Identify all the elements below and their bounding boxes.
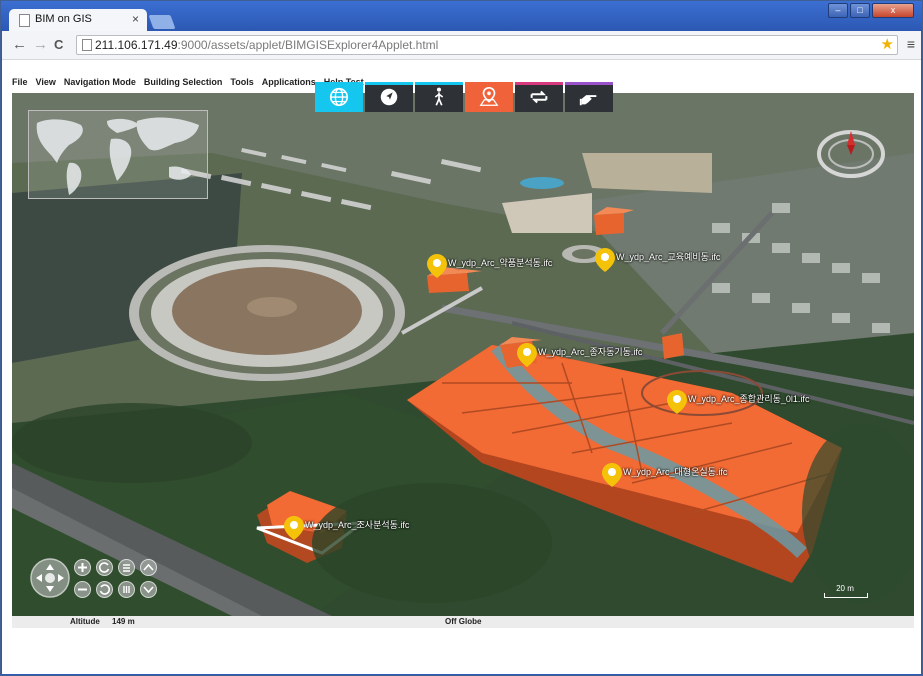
walk-person-icon: [434, 87, 444, 106]
altitude-label: Altitude: [70, 617, 100, 626]
rotate-reverse-icon[interactable]: [96, 581, 113, 598]
building-label[interactable]: W_ydp_Arc_교육예비동.ifc: [616, 250, 720, 263]
navigate-arrow-icon: [380, 88, 398, 106]
window-controls: – □ x: [828, 3, 914, 18]
swap-arrows-icon: [530, 90, 548, 104]
rotate-icon[interactable]: [96, 559, 113, 576]
globe-mode-button[interactable]: [315, 82, 363, 112]
location-pin-icon[interactable]: [284, 516, 304, 540]
reload-button[interactable]: C: [54, 37, 63, 52]
pointer-mode-button[interactable]: [565, 82, 613, 112]
close-window-button[interactable]: x: [872, 3, 914, 18]
zoom-in-icon[interactable]: [74, 559, 91, 576]
back-button[interactable]: ←: [12, 36, 27, 53]
menu-tools[interactable]: Tools: [230, 77, 253, 91]
building-label[interactable]: W_ydp_Arc_대형온실동.ifc: [623, 465, 727, 478]
location-pin-icon[interactable]: [667, 390, 687, 414]
altitude-value: 149 m: [112, 617, 135, 626]
mode-stripe: [365, 82, 413, 85]
location-pin-icon[interactable]: [517, 343, 537, 367]
page-icon: [82, 39, 92, 51]
walk-up-icon[interactable]: [140, 559, 157, 576]
pin-mode-button[interactable]: [465, 82, 513, 112]
navigate-mode-button[interactable]: [365, 82, 413, 112]
compass-icon[interactable]: [816, 129, 886, 179]
mode-stripe: [565, 82, 613, 85]
tab-title: BIM on GIS: [35, 13, 92, 25]
mode-stripe: [415, 82, 463, 85]
applet-statusbar: Altitude 149 m Off Globe: [12, 616, 914, 628]
building-label[interactable]: W_ydp_Arc_종합관리동_0l1.ifc: [688, 392, 809, 405]
page-content: File View Navigation Mode Building Selec…: [2, 60, 921, 674]
scale-label: 20 m: [836, 584, 854, 593]
menu-building-selection[interactable]: Building Selection: [144, 77, 223, 91]
browser-tab[interactable]: BIM on GIS ×: [9, 9, 147, 31]
map-3d-view[interactable]: W_ydp_Arc_약품분석동.ifc W_ydp_Arc_교육예비동.ifc …: [12, 93, 914, 616]
walk-down-icon[interactable]: [140, 581, 157, 598]
tilt-down-icon[interactable]: [118, 581, 135, 598]
mode-stripe: [515, 82, 563, 85]
location-pin-icon[interactable]: [602, 463, 622, 487]
zoom-out-icon[interactable]: [74, 581, 91, 598]
address-bar[interactable]: 211.106.171.49:9000/assets/applet/BIMGIS…: [76, 35, 898, 55]
swap-mode-button[interactable]: [515, 82, 563, 112]
minimize-button[interactable]: –: [828, 3, 848, 18]
location-pin-icon[interactable]: [595, 248, 615, 272]
menu-applications[interactable]: Applications: [262, 77, 316, 91]
map-scale-bar: 20 m: [824, 584, 868, 600]
url-host: 211.106.171.49: [95, 38, 178, 52]
browser-titlebar: BIM on GIS × – □ x: [1, 1, 922, 31]
maximize-button[interactable]: □: [850, 3, 870, 18]
globe-state: Off Globe: [445, 617, 482, 626]
new-tab-button[interactable]: [148, 15, 176, 29]
menu-navigation-mode[interactable]: Navigation Mode: [64, 77, 136, 91]
world-map-icon: [36, 117, 199, 195]
browser-window: BIM on GIS × – □ x ← → C 211.106.171.49:…: [0, 0, 923, 676]
building-label[interactable]: W_ydp_Arc_약품분석동.ifc: [448, 256, 552, 269]
pan-joystick-icon[interactable]: [30, 558, 70, 598]
menu-file[interactable]: File: [12, 77, 28, 91]
browser-toolbar: ← → C 211.106.171.49:9000/assets/applet/…: [2, 31, 921, 60]
tab-close-button[interactable]: ×: [132, 12, 139, 26]
bookmark-star-icon[interactable]: ★: [881, 35, 894, 53]
scale-line: [824, 593, 868, 598]
walk-mode-button[interactable]: [415, 82, 463, 112]
url-path: :9000/assets/applet/BIMGISExplorer4Apple…: [177, 38, 439, 52]
page-favicon-icon: [19, 14, 30, 27]
url-text: 211.106.171.49:9000/assets/applet/BIMGIS…: [95, 38, 438, 52]
building-label[interactable]: W_ydp_Arc_조사분석동.ifc: [305, 518, 409, 531]
tilt-up-icon[interactable]: [118, 559, 135, 576]
world-overview-minimap[interactable]: [28, 110, 208, 199]
globe-icon: [329, 87, 349, 107]
menu-view[interactable]: View: [36, 77, 56, 91]
browser-menu-icon[interactable]: ≡: [907, 36, 915, 52]
location-pin-icon[interactable]: [427, 254, 447, 278]
mode-toolbar: [315, 82, 615, 112]
forward-button[interactable]: →: [33, 36, 48, 53]
hand-pointer-icon: [579, 95, 597, 106]
map-pin-icon: [479, 87, 499, 106]
building-label[interactable]: W_ydp_Arc_종자동기동.ifc: [538, 345, 642, 358]
